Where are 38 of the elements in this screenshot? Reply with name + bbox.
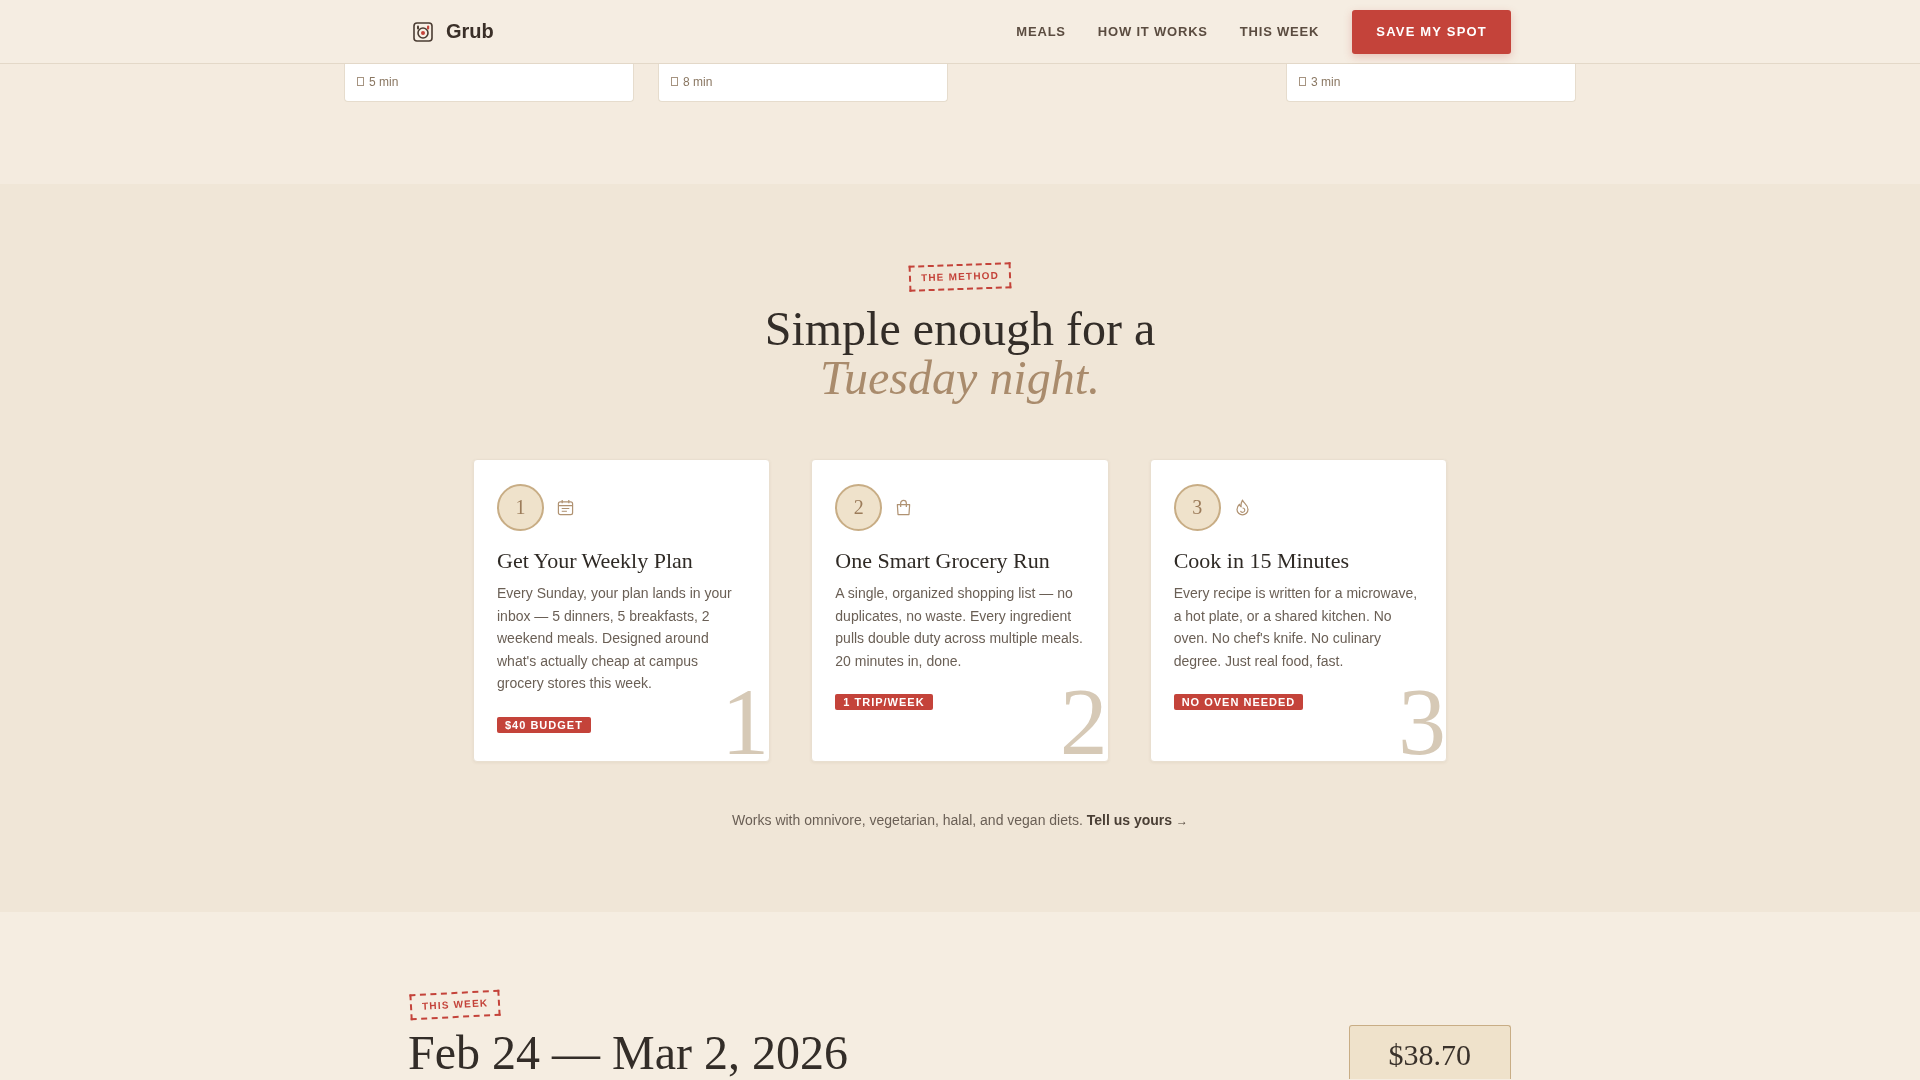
feature-tag: 1 TRIP/WEEK bbox=[835, 694, 933, 710]
nav-link[interactable]: THIS WEEK bbox=[1239, 24, 1320, 39]
nav-link[interactable]: MEALS bbox=[1016, 24, 1066, 39]
recipe-card[interactable]: 5 min bbox=[344, 64, 634, 102]
step-title: Get Your Weekly Plan bbox=[497, 548, 694, 574]
section-heading: Simple enough for a Tuesday night. bbox=[763, 304, 1157, 402]
tell-us-link[interactable]: Tell us yours → bbox=[1086, 812, 1188, 828]
step-description: Every recipe is written for a microwave, a hot plate, or a shared kitchen. No oven. No chef's knife. No culinary degree. Just real food, fast. bbox=[1173, 584, 1419, 671]
step-number: 2 bbox=[835, 484, 883, 531]
nav-link[interactable]: HOW IT WORKS bbox=[1097, 24, 1208, 39]
step-title: One Smart Grocery Run bbox=[835, 548, 1051, 574]
feature-tag: NO OVEN NEEDED bbox=[1173, 694, 1304, 710]
step-number: 1 bbox=[497, 484, 544, 531]
step-number: 3 bbox=[1173, 484, 1221, 531]
cook-time: 5 min bbox=[369, 74, 399, 89]
brand-link[interactable]: Grub bbox=[413, 20, 494, 43]
step-watermark-number: 3 bbox=[1398, 684, 1446, 761]
recipe-card[interactable]: 3 min bbox=[1286, 64, 1576, 102]
diet-note: Works with omnivore, vegetarian, halal, and vegan diets. Tell us yours → bbox=[731, 811, 1189, 830]
flame-icon bbox=[1233, 499, 1251, 516]
plate-logo-icon bbox=[413, 21, 433, 42]
step-watermark-number: 2 bbox=[1059, 684, 1108, 761]
cook-time: 3 min bbox=[1311, 74, 1341, 89]
recipe-card[interactable]: 8 min bbox=[658, 64, 948, 102]
rectangle-icon bbox=[357, 77, 364, 86]
section-stamp: THE METHOD bbox=[908, 262, 1012, 292]
step-description: A single, organized shopping list — no duplicates, no waste. Every ingredient pulls double duty across multiple meals. 20 minutes in, done. bbox=[835, 584, 1084, 671]
weekly-total-price: $38.70 bbox=[1348, 1025, 1511, 1079]
rectangle-icon bbox=[671, 77, 678, 86]
step-title: Cook in 15 Minutes bbox=[1173, 548, 1351, 574]
section-stamp: THIS WEEK bbox=[409, 989, 501, 1021]
save-spot-button[interactable]: SAVE MY SPOT bbox=[1352, 9, 1511, 54]
shopping-bag-icon bbox=[895, 499, 913, 516]
feature-tag: $40 BUDGET bbox=[497, 716, 591, 733]
cook-time: 8 min bbox=[683, 74, 713, 89]
calendar-icon bbox=[557, 499, 574, 516]
week-date-range: Feb 24 — Mar 2, 2026 bbox=[408, 1026, 848, 1079]
rectangle-icon bbox=[1299, 77, 1306, 86]
